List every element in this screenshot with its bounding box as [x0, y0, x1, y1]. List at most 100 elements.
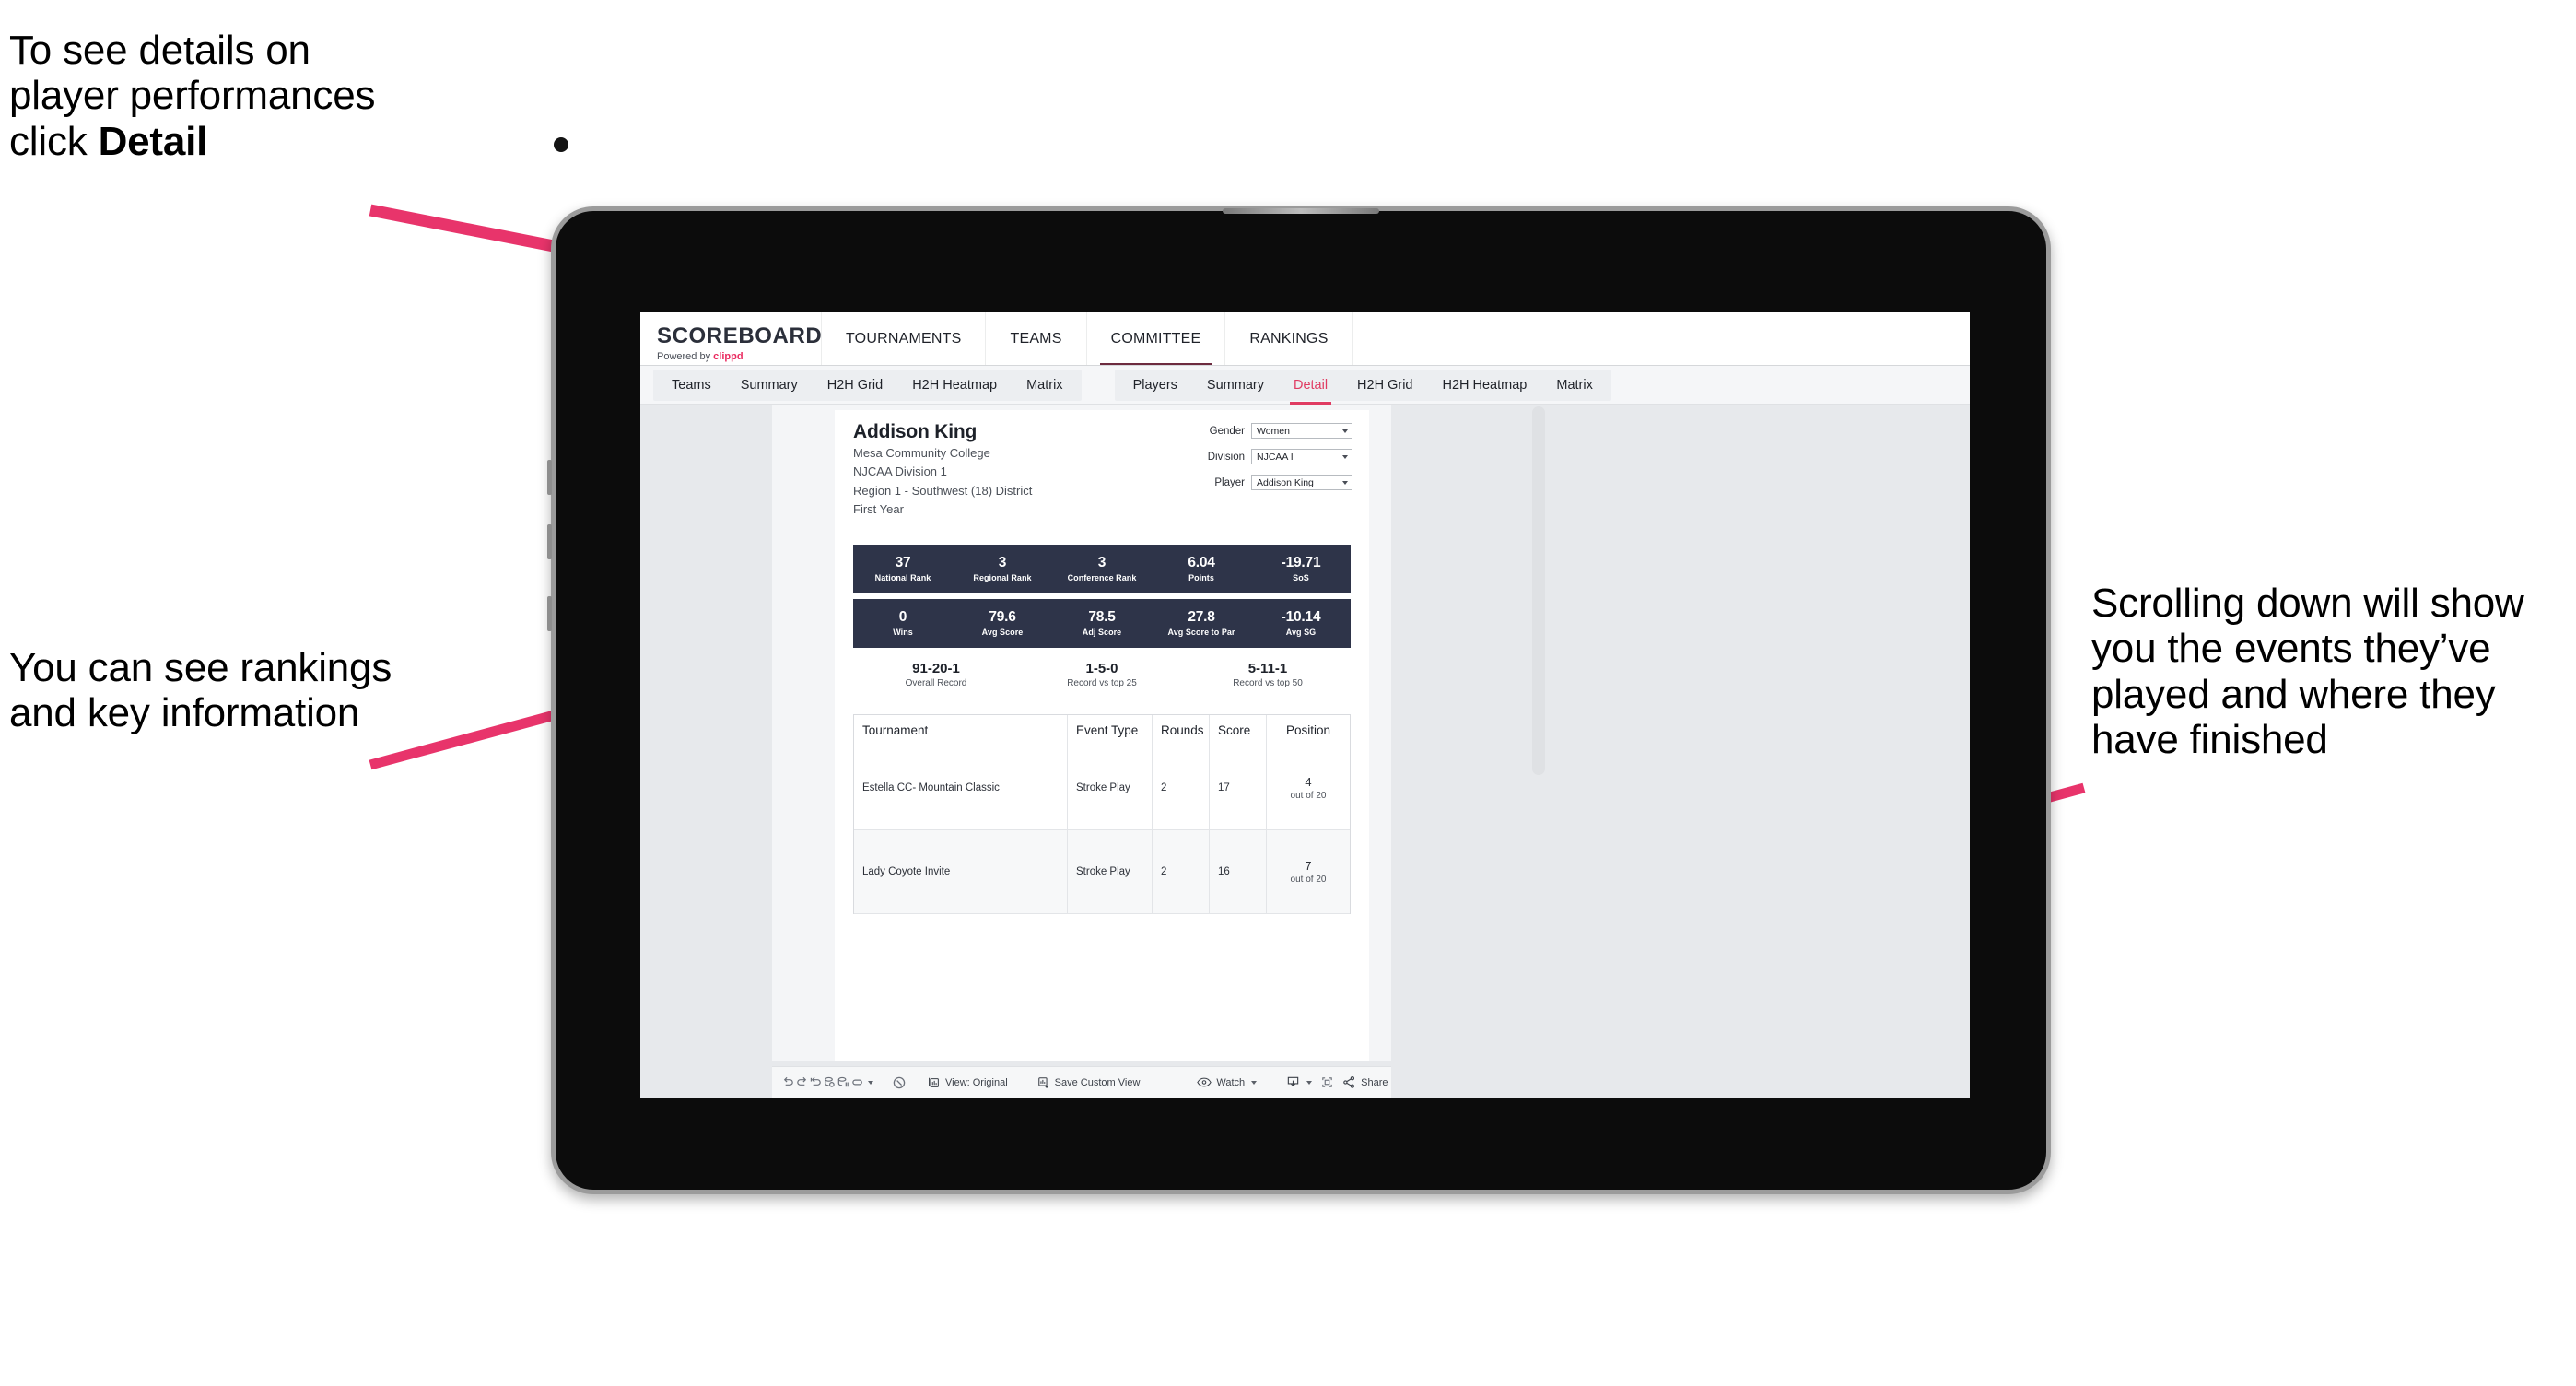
annotation-line-2: player performances	[9, 73, 376, 119]
redo-icon[interactable]	[795, 1073, 809, 1093]
player-division: NJCAA Division 1	[853, 464, 947, 479]
cell-position-value: 7	[1305, 859, 1312, 873]
download-button[interactable]	[1278, 1075, 1320, 1089]
sub-nav-team-summary[interactable]: Summary	[726, 370, 813, 401]
records-row: 91-20-1 Overall Record 1-5-0 Record vs t…	[853, 661, 1351, 688]
stat-wins-label: Wins	[893, 628, 913, 638]
annotation-line-1: To see details on	[9, 28, 310, 73]
filter-player-select[interactable]: Addison King	[1251, 475, 1352, 490]
cell-score: 17	[1210, 746, 1267, 829]
vertical-scrollbar[interactable]	[1532, 406, 1545, 775]
brand-powered-by: Powered by clippd	[657, 351, 821, 362]
top-nav-items: TOURNAMENTS TEAMS COMMITTEE RANKINGS	[822, 312, 1353, 365]
sub-nav-player-h2h-heatmap[interactable]: H2H Heatmap	[1427, 370, 1541, 401]
filter-player-label: Player	[1214, 476, 1245, 488]
table-row[interactable]: Estella CC- Mountain Classic Stroke Play…	[854, 746, 1350, 830]
view-original-label: View: Original	[945, 1076, 1008, 1088]
refresh-icon[interactable]	[823, 1073, 837, 1093]
stat-avg-sg: -10.14 Avg SG	[1251, 609, 1351, 637]
filter-gender-select[interactable]: Women	[1251, 423, 1352, 439]
pause-icon[interactable]	[850, 1073, 866, 1093]
chevron-down-icon	[1306, 1080, 1313, 1085]
sub-nav-player-h2h-grid[interactable]: H2H Grid	[1342, 370, 1427, 401]
column-header-event-type[interactable]: Event Type	[1068, 715, 1153, 746]
table-row[interactable]: Lady Coyote Invite Stroke Play 2 16 7 ou…	[854, 830, 1350, 914]
tablet-power-button[interactable]	[547, 596, 552, 631]
save-custom-view-button[interactable]: Save Custom View	[1029, 1076, 1149, 1089]
fullscreen-icon[interactable]	[1320, 1073, 1334, 1093]
cell-rounds: 2	[1153, 830, 1210, 913]
record-top-50-value: 5-11-1	[1247, 661, 1288, 676]
sub-navigation-bar: Teams Summary H2H Grid H2H Heatmap Matri…	[640, 366, 1970, 405]
column-header-tournament[interactable]: Tournament	[854, 715, 1068, 746]
sub-nav-team-matrix[interactable]: Matrix	[1012, 370, 1077, 401]
record-overall-value: 91-20-1	[912, 661, 960, 676]
player-name: Addison King	[853, 421, 978, 442]
sub-nav-player-detail[interactable]: Detail	[1279, 370, 1342, 405]
stat-sos-value: -19.71	[1281, 554, 1321, 570]
column-header-score[interactable]: Score	[1210, 715, 1267, 746]
stat-national-rank: 37 National Rank	[853, 555, 953, 582]
watch-button[interactable]: Watch	[1188, 1076, 1265, 1088]
record-top-25: 1-5-0 Record vs top 25	[1019, 661, 1185, 688]
undo-icon[interactable]	[781, 1073, 795, 1093]
stat-adj-score-value: 78.5	[1088, 608, 1116, 625]
top-nav-teams[interactable]: TEAMS	[986, 312, 1087, 365]
sub-nav-teams[interactable]: Teams	[657, 370, 726, 401]
tournament-table: Tournament Event Type Rounds Score Posit…	[853, 714, 1351, 914]
sub-nav-player-matrix[interactable]: Matrix	[1541, 370, 1607, 401]
chevron-down-icon[interactable]	[868, 1080, 873, 1085]
top-nav-tournaments[interactable]: TOURNAMENTS	[822, 312, 987, 365]
view-original-button[interactable]: View: Original	[919, 1076, 1016, 1089]
chevron-down-icon	[1342, 480, 1348, 485]
share-label: Share	[1361, 1076, 1388, 1088]
stat-points-label: Points	[1188, 573, 1214, 583]
sub-nav-player-summary[interactable]: Summary	[1192, 370, 1279, 401]
revert-icon[interactable]	[809, 1073, 823, 1093]
sub-nav-player-group: Players Summary Detail H2H Grid H2H Heat…	[1114, 369, 1611, 405]
annotation-line-3: click Detail	[9, 119, 599, 164]
record-top-25-label: Record vs top 25	[1067, 678, 1137, 688]
top-nav-committee[interactable]: COMMITTEE	[1087, 312, 1226, 365]
filter-gender-label: Gender	[1209, 425, 1245, 437]
brand-logo[interactable]: SCOREBOARD Powered by clippd	[640, 312, 822, 365]
player-school: Mesa Community College	[853, 446, 990, 460]
top-navigation-bar: SCOREBOARD Powered by clippd TOURNAMENTS…	[640, 312, 1970, 366]
dashboard-content-panel: Addison King Mesa Community College NJCA…	[835, 410, 1369, 1061]
top-nav-rankings[interactable]: RANKINGS	[1225, 312, 1353, 365]
stat-points: 6.04 Points	[1152, 554, 1251, 583]
pause-auto-update-icon[interactable]	[837, 1073, 850, 1093]
sub-nav-team-h2h-grid[interactable]: H2H Grid	[813, 370, 897, 401]
tablet-speaker	[1223, 208, 1379, 214]
filter-division-select[interactable]: NJCAA I	[1251, 449, 1352, 464]
chevron-down-icon	[1342, 429, 1348, 433]
annotation-line-3-bold: Detail	[98, 118, 208, 164]
tablet-device-frame: SCOREBOARD Powered by clippd TOURNAMENTS…	[547, 137, 2051, 1194]
stats-row-scoring: 0 Wins 79.6 Avg Score 78.5 Adj Score 27.…	[853, 599, 1351, 648]
sub-nav-team-h2h-heatmap[interactable]: H2H Heatmap	[897, 370, 1012, 401]
stat-avg-score-label: Avg Score	[981, 628, 1024, 638]
tablet-volume-up-button[interactable]	[547, 460, 552, 495]
filter-division-label: Division	[1207, 451, 1245, 463]
annotation-click-detail: To see details on player performances cl…	[9, 28, 599, 164]
tablet-volume-down-button[interactable]	[547, 524, 552, 559]
record-overall-label: Overall Record	[905, 678, 967, 688]
cell-score: 16	[1210, 830, 1267, 913]
filter-player-value: Addison King	[1257, 476, 1314, 488]
column-header-rounds[interactable]: Rounds	[1153, 715, 1210, 746]
stat-points-value: 6.04	[1188, 554, 1215, 570]
brand-clippd-name: clippd	[713, 350, 744, 362]
share-button[interactable]: Share	[1334, 1075, 1391, 1089]
save-custom-view-label: Save Custom View	[1054, 1076, 1141, 1088]
annotation-line-3-prefix: click	[9, 118, 99, 164]
cell-tournament-name: Lady Coyote Invite	[854, 830, 1068, 913]
stat-conference-rank-label: Conference Rank	[1067, 573, 1137, 583]
column-header-position[interactable]: Position	[1267, 715, 1350, 746]
view-icon	[929, 1077, 939, 1087]
filter-division: Division NJCAA I	[1187, 449, 1352, 464]
pause-updates-clock-icon[interactable]	[892, 1073, 907, 1093]
download-icon	[1287, 1076, 1299, 1087]
sub-nav-players[interactable]: Players	[1118, 370, 1192, 401]
filter-gender-value: Women	[1257, 425, 1290, 437]
stat-wins: 0 Wins	[853, 609, 953, 638]
